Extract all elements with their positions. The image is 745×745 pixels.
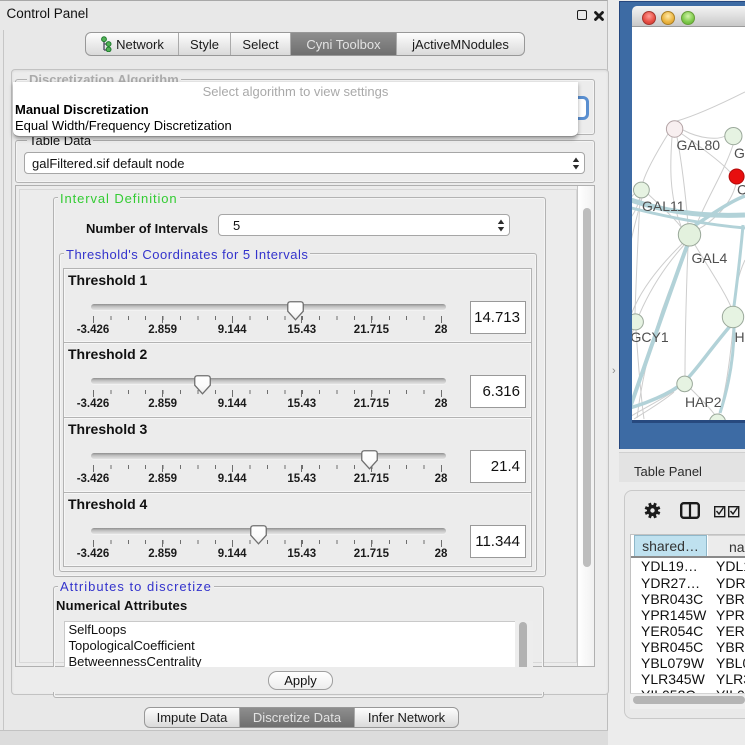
svg-text:GAL80: GAL80 <box>677 137 721 153</box>
svg-text:H: H <box>735 329 745 345</box>
svg-text:GAL4: GAL4 <box>692 250 728 266</box>
svg-text:GCY1: GCY1 <box>632 329 669 345</box>
svg-text:C: C <box>737 182 745 198</box>
svg-text:GAL11: GAL11 <box>642 198 685 214</box>
svg-text:HAP2: HAP2 <box>685 394 722 410</box>
svg-text:GA: GA <box>734 145 745 161</box>
